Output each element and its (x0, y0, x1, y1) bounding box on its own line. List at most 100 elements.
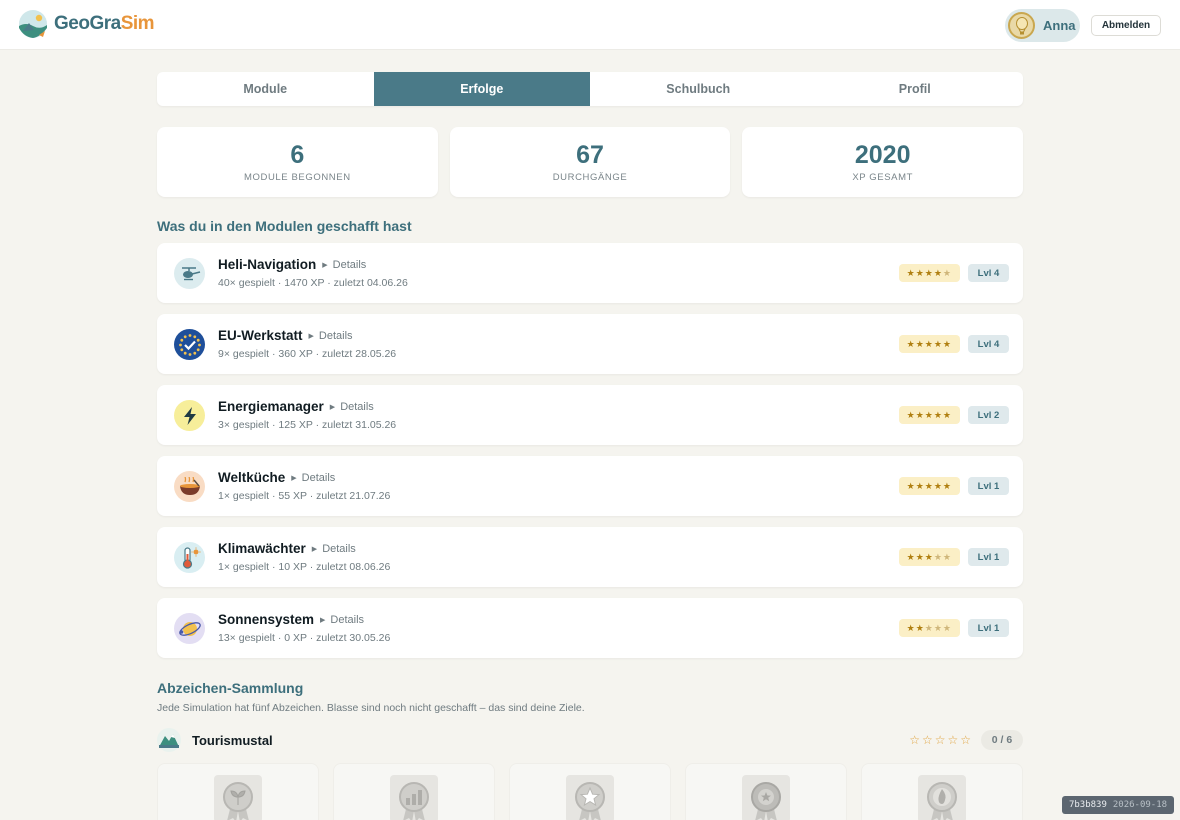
module-meta: 3× gespielt · 125 XP · zuletzt 31.05.26 (218, 419, 397, 431)
star-icon: ★★★ (906, 551, 934, 562)
user-chip[interactable]: Anna (1005, 9, 1080, 42)
stat-label: XP GESAMT (852, 172, 913, 183)
badge-card[interactable] (685, 763, 847, 820)
module-title: EU-Werkstatt (218, 328, 303, 343)
module-title-row: Klimawächter ▶ Details (218, 541, 356, 556)
module-row-sonnensystem[interactable]: Sonnensystem ▶ Details 13× gespielt · 0 X… (157, 598, 1023, 658)
module-details-link[interactable]: ▶ Details (320, 614, 364, 626)
badge-card[interactable] (509, 763, 671, 820)
sprout-medal-icon (214, 775, 262, 820)
module-title: Weltküche (218, 470, 286, 485)
module-meta: 1× gespielt · 10 XP · zuletzt 08.06.26 (218, 561, 391, 573)
module-row-heli-navigation[interactable]: Heli-Navigation ▶ Details 40× gespielt · … (157, 243, 1023, 303)
badge-card[interactable] (157, 763, 319, 820)
module-meta: 40× gespielt · 1470 XP · zuletzt 04.06.2… (218, 277, 408, 289)
badge-card[interactable] (861, 763, 1023, 820)
triangle-right-icon: ▶ (291, 474, 297, 482)
triangle-right-icon: ▶ (311, 545, 318, 553)
module-title-row: EU-Werkstatt ▶ Details (218, 328, 353, 343)
build-version-tag: 7b3b839 2026-09-18 (1062, 796, 1174, 814)
build-hash: 7b3b839 (1068, 800, 1107, 810)
module-level-badge: Lvl 1 (968, 619, 1009, 637)
module-star-rating: ★★★★★ (898, 619, 960, 637)
stats-row: 6 MODULE BEGONNEN 67 DURCHGÄNGE 2020 XP … (157, 127, 1024, 197)
triangle-right-icon: ▶ (322, 261, 328, 269)
stat-label: MODULE BEGONNEN (244, 172, 351, 183)
soup-bowl-icon (174, 471, 205, 502)
lightning-icon (174, 400, 205, 431)
stat-card-modules: 6 MODULE BEGONNEN (157, 127, 438, 197)
module-row-klimawaechter[interactable]: Klimawächter ▶ Details 1× gespielt · 10 X… (157, 527, 1023, 587)
module-level-badge: Lvl 4 (968, 264, 1009, 282)
stat-card-runs: 67 DURCHGÄNGE (449, 127, 731, 197)
module-list: Heli-Navigation ▶ Details 40× gespielt · … (157, 243, 1023, 669)
module-row-weltkueche[interactable]: Weltküche ▶ Details 1× gespielt · 55 XP ·… (157, 456, 1023, 516)
app-logo[interactable]: GeoGraSim (18, 9, 155, 39)
tab-schulbuch[interactable]: Schulbuch (590, 72, 807, 106)
module-title-row: Weltküche ▶ Details (218, 470, 335, 485)
module-details-link[interactable]: ▶ Details (312, 543, 356, 555)
stat-value: 6 (290, 141, 305, 169)
module-title-row: Sonnensystem ▶ Details (218, 612, 364, 627)
module-star-rating: ★★★★★ (898, 335, 960, 353)
flame-medal-icon (918, 775, 966, 820)
star-empty-icon: ★ (942, 267, 952, 278)
module-meta: 1× gespielt · 55 XP · zuletzt 21.07.26 (218, 490, 391, 502)
triangle-right-icon: ▶ (308, 332, 314, 340)
module-details-link[interactable]: ▶ Details (291, 472, 335, 484)
module-title: Energiemanager (218, 399, 324, 414)
triangle-right-icon: ▶ (329, 403, 336, 411)
tab-profil[interactable]: Profil (807, 72, 1024, 106)
module-meta: 9× gespielt · 360 XP · zuletzt 28.05.26 (218, 348, 397, 360)
eu-stars-icon (174, 329, 205, 360)
star-icon: ★★★★ (906, 267, 943, 278)
globe-logo-icon (19, 10, 47, 38)
main-tabs: Module Erfolge Schulbuch Profil (157, 72, 1023, 106)
module-title: Heli-Navigation (218, 257, 317, 272)
module-details-link[interactable]: ▶ Details (330, 401, 374, 413)
stat-label: DURCHGÄNGE (552, 172, 628, 183)
module-details-link[interactable]: ▶ Details (322, 259, 366, 271)
module-level-badge: Lvl 1 (968, 477, 1009, 495)
module-details-link[interactable]: ▶ Details (309, 330, 353, 342)
star-empty-icon: ★★ (933, 551, 952, 562)
module-star-rating: ★★★★★ (898, 406, 960, 424)
laurel-medal-icon (742, 775, 790, 820)
module-title-row: Energiemanager ▶ Details (218, 399, 374, 414)
module-meta: 13× gespielt · 0 XP · zuletzt 30.05.26 (218, 632, 391, 644)
module-title: Klimawächter (218, 541, 306, 556)
build-date: 2026-09-18 (1112, 800, 1168, 810)
star-empty-icon: ★★★ (924, 622, 952, 633)
badges-section-subtitle: Jede Simulation hat fünf Abzeichen. Blas… (157, 702, 585, 714)
logout-button[interactable]: Abmelden (1091, 15, 1161, 36)
module-star-rating: ★★★★★ (898, 548, 960, 566)
star-icon: ★★★★★ (906, 480, 952, 491)
badge-group-header[interactable]: Tourismustal ☆☆☆☆☆ 0 / 6 (157, 728, 1023, 754)
module-row-eu-werkstatt[interactable]: EU-Werkstatt ▶ Details 9× gespielt · 360 … (157, 314, 1023, 374)
module-level-badge: Lvl 2 (968, 406, 1009, 424)
planet-orbit-icon (174, 613, 205, 644)
tab-module[interactable]: Module (157, 72, 374, 106)
badge-count: 0 / 6 (981, 730, 1023, 750)
user-name: Anna (1043, 18, 1076, 33)
badge-group-title: Tourismustal (192, 733, 273, 748)
star-empty-icon: ☆☆☆☆☆ (909, 733, 973, 747)
module-level-badge: Lvl 1 (968, 548, 1009, 566)
stat-value: 67 (576, 141, 604, 169)
thermometer-sun-icon (174, 542, 205, 573)
triangle-right-icon: ▶ (320, 616, 326, 624)
chart-medal-icon (390, 775, 438, 820)
stat-value: 2020 (854, 141, 911, 169)
badges-section-title: Abzeichen-Sammlung (157, 680, 304, 696)
module-row-energiemanager[interactable]: Energiemanager ▶ Details 3× gespielt · 12… (157, 385, 1023, 445)
tab-erfolge[interactable]: Erfolge (373, 72, 590, 106)
badge-card[interactable] (333, 763, 495, 820)
modules-section-title: Was du in den Modulen geschafft hast (157, 218, 412, 234)
app-name: GeoGraSim (54, 13, 155, 34)
mountain-valley-icon (157, 728, 181, 752)
badge-grid (157, 763, 1023, 820)
module-level-badge: Lvl 4 (968, 335, 1009, 353)
balloon-avatar-icon (1008, 12, 1035, 39)
star-medal-icon (566, 775, 614, 820)
star-icon: ★★★★★ (906, 338, 952, 349)
